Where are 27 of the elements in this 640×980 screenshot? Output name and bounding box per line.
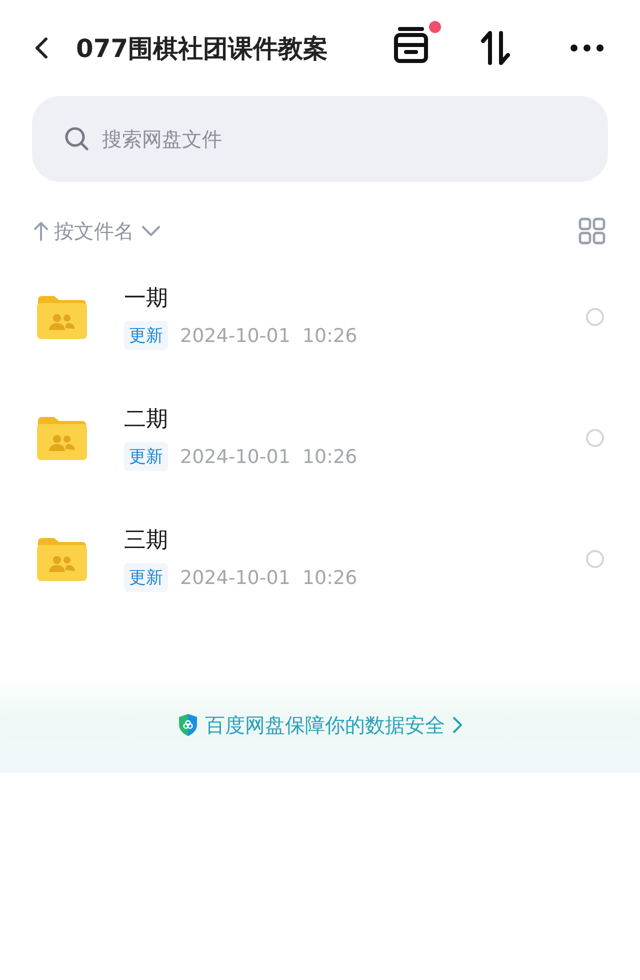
search-field[interactable]: 搜索网盘文件 (32, 96, 608, 182)
modified-time: 10:26 (302, 446, 358, 468)
back-icon[interactable] (34, 36, 48, 60)
page-title: 077围棋社团课件教案 (76, 32, 328, 64)
select-radio[interactable] (586, 308, 604, 326)
select-radio[interactable] (586, 428, 604, 446)
modified-date: 2024-10-01 (180, 446, 290, 468)
folder-name[interactable]: 二期 (124, 404, 586, 434)
modified-time: 10:26 (302, 324, 358, 346)
folder-name[interactable]: 三期 (124, 525, 586, 555)
chevron-right-icon (451, 716, 463, 734)
update-tag: 更新 (124, 442, 168, 471)
update-tag: 更新 (124, 563, 168, 592)
more-icon[interactable] (570, 44, 604, 52)
modified-time: 10:26 (302, 566, 358, 588)
shared-folder-icon (36, 294, 88, 340)
shield-icon (177, 713, 199, 737)
shared-folder-icon (36, 536, 88, 582)
modified-date: 2024-10-01 (180, 566, 290, 588)
chevron-down-icon (140, 224, 162, 238)
up-arrow-icon (34, 221, 48, 241)
shared-folder-icon (36, 414, 88, 460)
select-radio[interactable] (586, 550, 604, 568)
grid-view-icon[interactable] (578, 217, 606, 245)
folder-name[interactable]: 一期 (124, 283, 586, 313)
update-tag: 更新 (124, 321, 168, 350)
modified-date: 2024-10-01 (180, 324, 290, 346)
